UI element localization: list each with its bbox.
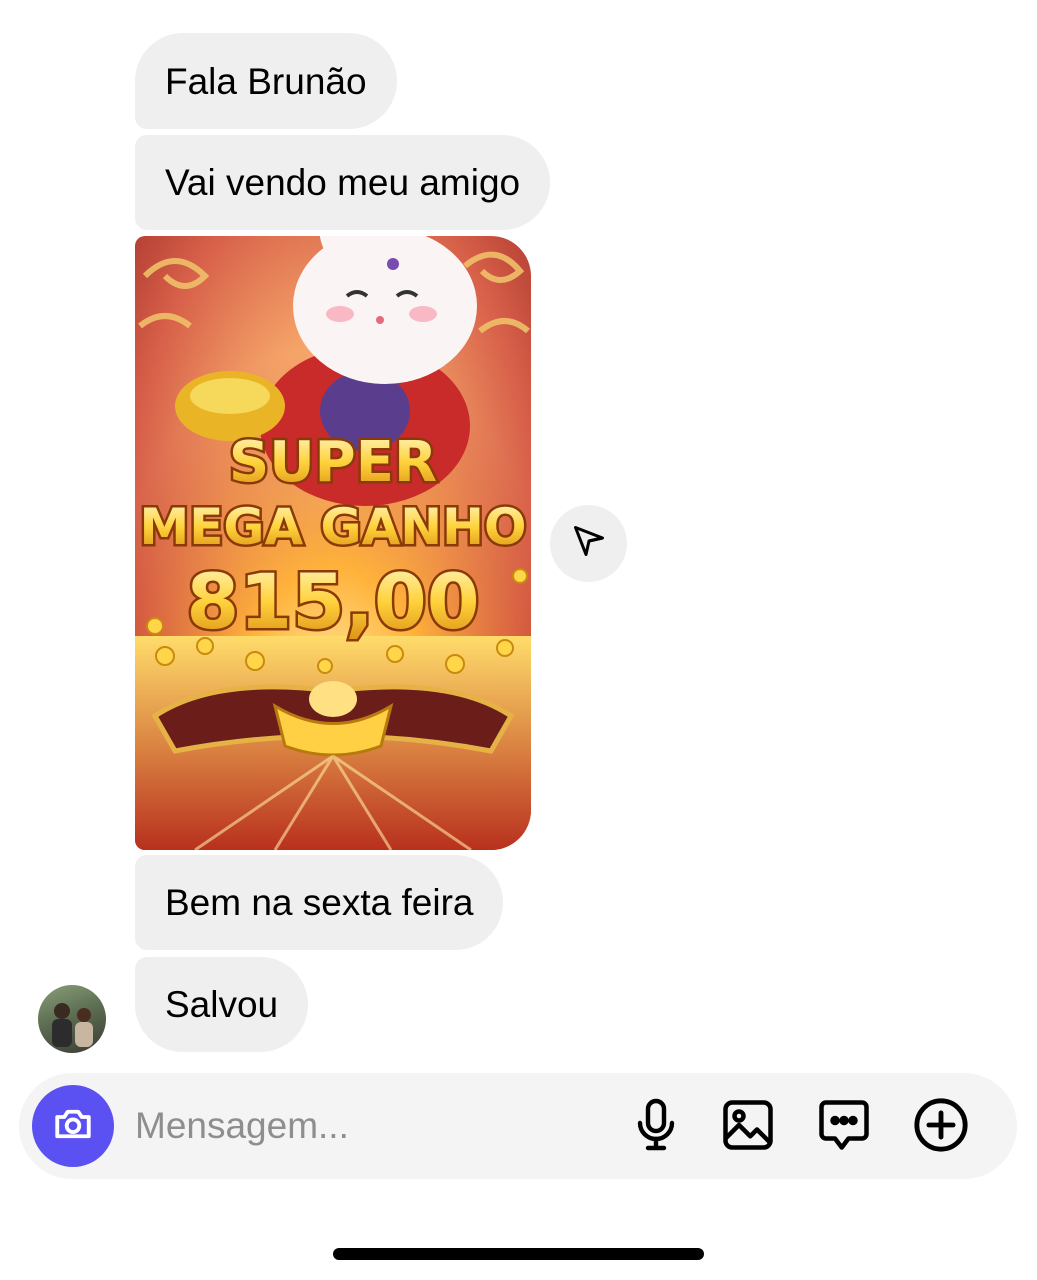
camera-button[interactable]	[32, 1085, 114, 1167]
message-composer: Mensagem...	[19, 1073, 1017, 1179]
shared-image[interactable]: SUPER MEGA GANHO 815,00	[135, 236, 531, 850]
add-circle-icon	[912, 1096, 970, 1159]
media-amount: 815,00	[186, 557, 479, 646]
message-input[interactable]: Mensagem...	[135, 1073, 615, 1179]
message-text: Vai vendo meu amigo	[165, 162, 521, 203]
media-line-2: MEGA GANHO	[140, 498, 527, 556]
message-bubble[interactable]: Salvou	[135, 957, 309, 1052]
media-line-1: SUPER	[229, 430, 437, 495]
microphone-button[interactable]	[626, 1097, 686, 1157]
microphone-icon	[632, 1097, 680, 1158]
share-button[interactable]	[550, 505, 627, 582]
add-button[interactable]	[911, 1097, 971, 1157]
message-text: Bem na sexta feira	[165, 882, 474, 923]
message-bubble[interactable]: Fala Brunão	[135, 33, 397, 129]
gallery-button[interactable]	[718, 1097, 778, 1157]
paper-plane-icon	[571, 523, 607, 564]
home-indicator[interactable]	[333, 1248, 704, 1260]
message-bubble[interactable]: Vai vendo meu amigo	[135, 135, 551, 230]
camera-icon	[52, 1103, 94, 1150]
message-text: Fala Brunão	[165, 60, 367, 102]
avatar[interactable]	[38, 985, 106, 1053]
image-icon	[721, 1098, 775, 1157]
message-bubble[interactable]: Bem na sexta feira	[135, 855, 504, 950]
chat-bubble-icon	[817, 1098, 871, 1157]
sticker-button[interactable]	[814, 1097, 874, 1157]
message-text: Salvou	[165, 984, 279, 1025]
